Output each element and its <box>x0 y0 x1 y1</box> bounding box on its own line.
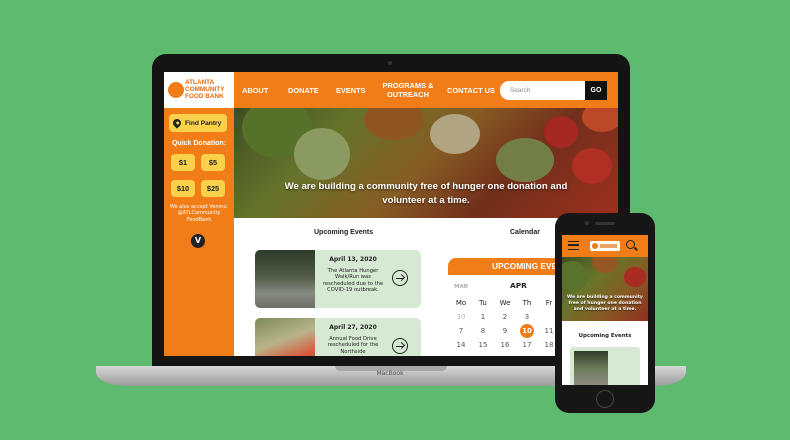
hero-tagline: We are building a community free of hung… <box>284 181 568 206</box>
hamburger-menu-icon[interactable] <box>568 241 579 250</box>
apple-logo-icon <box>168 82 184 98</box>
calendar-day[interactable]: 17 <box>518 338 536 352</box>
nav-contact-us[interactable]: CONTACT US <box>447 72 495 108</box>
donate-10-button[interactable]: $10 <box>171 180 195 197</box>
upcoming-events-heading: Upcoming Events <box>314 229 374 236</box>
event-card[interactable]: April 27, 2020 Annual Food Drive resched… <box>255 318 421 356</box>
phone-speaker <box>595 222 615 225</box>
event-photo-runners <box>574 351 608 385</box>
calendar-day-selected[interactable]: 10 <box>520 324 534 338</box>
find-pantry-button[interactable]: Find Pantry <box>169 114 227 132</box>
weekday-label: Mo <box>455 299 467 307</box>
calendar-day[interactable]: 16 <box>496 338 514 352</box>
event-date: April 13, 2020 <box>329 256 377 263</box>
phone-home-button[interactable] <box>596 390 614 408</box>
nav-programs-outreach[interactable]: PROGRAMS & OUTREACH <box>381 72 435 108</box>
quick-donation-label: Quick Donation: <box>171 140 227 147</box>
calendar-day[interactable]: 9 <box>496 324 514 338</box>
site-logo-text: Atlanta Community Food Bank <box>185 79 225 100</box>
mobile-site-logo[interactable] <box>590 241 620 251</box>
device-brand-label: MacBook <box>376 370 404 377</box>
mobile-hero-banner: We are building a community free of hung… <box>562 257 648 321</box>
event-photo-produce <box>255 318 315 356</box>
mobile-header <box>562 235 648 257</box>
map-pin-icon <box>171 117 183 129</box>
event-description: The Atlanta Hunger Walk/Run was reschedu… <box>322 268 384 294</box>
calendar-day[interactable]: 2 <box>496 310 514 324</box>
phone-camera <box>585 221 589 225</box>
site-logo[interactable]: Atlanta Community Food Bank <box>164 72 234 108</box>
arrow-right-circle-icon[interactable] <box>392 338 408 354</box>
event-date: April 27, 2020 <box>329 324 377 331</box>
calendar-heading: Calendar <box>510 229 540 236</box>
nav-events[interactable]: EVENTS <box>336 72 366 108</box>
venmo-logo-icon[interactable]: V <box>191 234 205 248</box>
weekday-label: Tu <box>479 299 487 307</box>
search-input[interactable]: Search <box>500 81 586 100</box>
event-photo-runners <box>255 250 315 308</box>
donate-5-button[interactable]: $5 <box>201 154 225 171</box>
calendar-day[interactable]: 1 <box>474 310 492 324</box>
find-pantry-label: Find Pantry <box>185 119 222 127</box>
arrow-right-circle-icon[interactable] <box>392 270 408 286</box>
donate-25-button[interactable]: $25 <box>201 180 225 197</box>
weekday-label: We <box>499 299 511 307</box>
hero-banner: We are building a community free of hung… <box>234 108 618 218</box>
laptop-camera <box>388 61 392 65</box>
weekday-label: Th <box>522 299 532 307</box>
event-card[interactable]: April 13, 2020 The Atlanta Hunger Walk/R… <box>255 250 421 308</box>
search-icon[interactable] <box>626 240 635 249</box>
calendar-day[interactable]: 15 <box>474 338 492 352</box>
search-go-button[interactable]: GO <box>585 81 607 100</box>
laptop-screen: Atlanta Community Food Bank ABOUT DONATE… <box>164 72 618 356</box>
mobile-upcoming-events-heading: Upcoming Events <box>578 333 632 339</box>
phone-screen: We are building a community free of hung… <box>562 235 648 385</box>
calendar-prev-month[interactable]: MAR <box>454 284 468 290</box>
calendar-day[interactable]: 7 <box>452 324 470 338</box>
nav-donate[interactable]: DONATE <box>288 72 319 108</box>
event-description: Annual Food Drive rescheduled for the No… <box>327 336 379 355</box>
nav-about[interactable]: ABOUT <box>242 72 268 108</box>
calendar-day[interactable]: 30 <box>452 310 470 324</box>
donate-1-button[interactable]: $1 <box>171 154 195 171</box>
calendar-day[interactable]: 14 <box>452 338 470 352</box>
site-header: Atlanta Community Food Bank ABOUT DONATE… <box>164 72 618 108</box>
calendar-day[interactable]: 3 <box>518 310 536 324</box>
calendar-day[interactable]: 8 <box>474 324 492 338</box>
calendar-current-month: APR <box>510 281 527 290</box>
mobile-event-card[interactable] <box>570 347 640 385</box>
venmo-note: We also accept Venmo: @ATLCommunity Food… <box>169 204 229 223</box>
sidebar: Find Pantry Quick Donation: $1 $5 $10 $2… <box>164 108 234 356</box>
mobile-hero-tagline: We are building a community free of hung… <box>567 295 643 312</box>
